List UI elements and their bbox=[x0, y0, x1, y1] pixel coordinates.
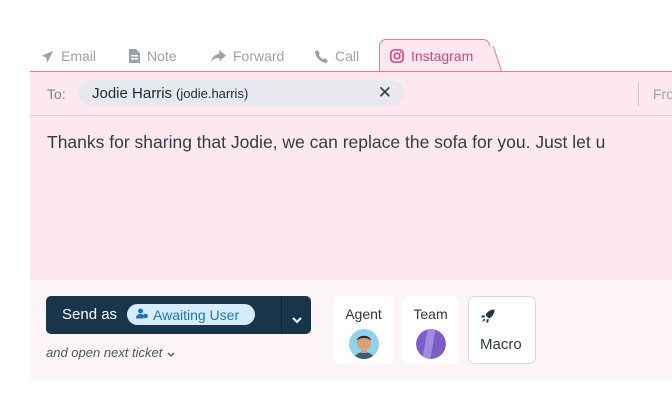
user-clock-icon bbox=[127, 306, 148, 324]
assign-agent-card[interactable]: Agent bbox=[333, 296, 394, 364]
rocket-icon bbox=[481, 309, 495, 328]
channel-tabs: Email Note Forward Call Instagram bbox=[30, 39, 672, 72]
recipient-name: Jodie Harris bbox=[92, 84, 173, 102]
team-avatar bbox=[415, 329, 446, 359]
tab-email[interactable]: Email bbox=[41, 40, 96, 72]
agent-label: Agent bbox=[345, 306, 382, 322]
compose-panel: To: Jodie Harris (jodie.harris) ✕ Fro Th… bbox=[30, 71, 672, 281]
instagram-icon bbox=[390, 48, 404, 63]
next-ticket-label: and open next ticket bbox=[46, 345, 163, 360]
to-label: To: bbox=[47, 86, 66, 102]
send-button[interactable]: Send as Awaiting User bbox=[46, 296, 311, 334]
forward-arrow-icon bbox=[211, 49, 226, 63]
note-icon bbox=[129, 49, 140, 63]
send-divider bbox=[281, 296, 282, 334]
recipient-chip[interactable]: Jodie Harris (jodie.harris) ✕ bbox=[78, 80, 404, 106]
team-label: Team bbox=[413, 306, 448, 322]
phone-icon bbox=[315, 49, 328, 63]
tab-forward[interactable]: Forward bbox=[211, 40, 284, 72]
status-text: Awaiting User bbox=[153, 306, 240, 323]
message-body[interactable]: Thanks for sharing that Jodie, we can re… bbox=[47, 132, 605, 153]
tab-note[interactable]: Note bbox=[129, 40, 177, 72]
assign-team-card[interactable]: Team bbox=[402, 296, 459, 364]
paper-plane-icon bbox=[41, 50, 54, 63]
apply-macro-card[interactable]: Macro bbox=[468, 296, 536, 364]
tab-instagram[interactable]: Instagram bbox=[379, 39, 491, 71]
tab-call[interactable]: Call bbox=[315, 40, 359, 72]
chevron-down-icon[interactable] bbox=[292, 311, 302, 329]
tab-forward-label: Forward bbox=[233, 48, 285, 64]
tab-instagram-label: Instagram bbox=[411, 47, 474, 64]
tab-call-label: Call bbox=[335, 48, 360, 64]
from-label[interactable]: Fro bbox=[653, 86, 672, 102]
recipient-handle: (jodie.harris) bbox=[176, 85, 249, 101]
open-next-ticket-toggle[interactable]: and open next ticket bbox=[46, 345, 175, 360]
agent-avatar bbox=[348, 329, 379, 359]
macro-label: Macro bbox=[480, 336, 522, 353]
from-divider bbox=[638, 82, 639, 106]
tab-note-label: Note bbox=[147, 48, 177, 64]
remove-recipient-icon[interactable]: ✕ bbox=[378, 83, 392, 103]
tab-email-label: Email bbox=[61, 48, 97, 64]
status-badge: Awaiting User bbox=[127, 304, 255, 325]
send-label: Send as bbox=[62, 306, 118, 323]
recipient-row: To: Jodie Harris (jodie.harris) ✕ Fro bbox=[30, 72, 672, 116]
action-bar: Send as Awaiting User and open next tick… bbox=[30, 280, 672, 380]
chevron-down-small-icon bbox=[167, 345, 175, 360]
